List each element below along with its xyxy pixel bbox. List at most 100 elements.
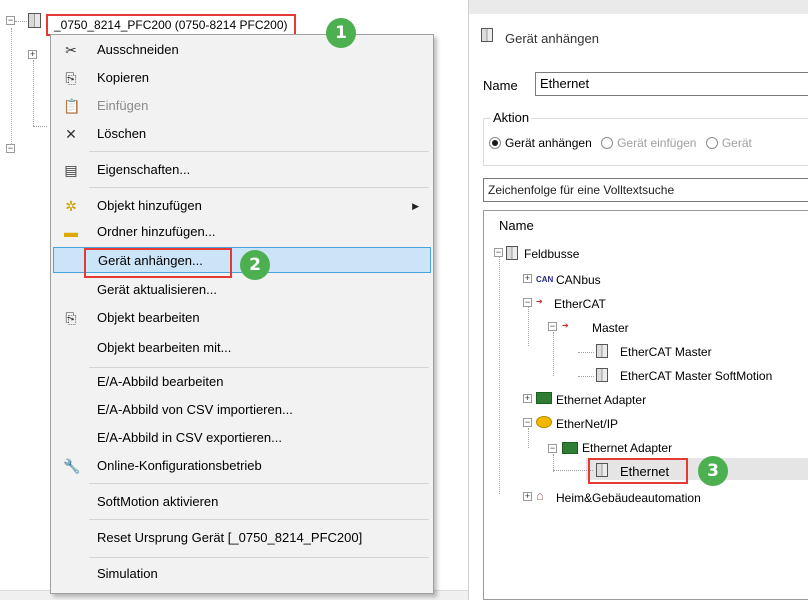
tree-connector [553, 332, 554, 376]
add-object-icon: ✲ [65, 198, 77, 214]
menu-item-add-object[interactable]: ✲ Objekt hinzufügen ▶ [53, 193, 431, 219]
attach-device-dialog: Gerät anhängen Name Ethernet Aktion Gerä… [468, 0, 808, 600]
menu-item-label: Eigenschaften... [97, 162, 191, 177]
menu-item-softmotion[interactable]: SoftMotion aktivieren [53, 489, 431, 515]
action-group-label: Aktion [491, 110, 532, 125]
home-icon: ⌂ [536, 488, 544, 503]
collapse-icon[interactable]: − [548, 322, 557, 331]
callout-badge-3: 3 [698, 456, 728, 486]
menu-item-label: Ausschneiden [97, 42, 179, 57]
tree-connector [528, 428, 529, 448]
fieldbus-icon [506, 246, 518, 260]
menu-item-delete[interactable]: ✕ Löschen [53, 121, 431, 147]
menu-item-label: Einfügen [97, 98, 149, 113]
plc-device-icon [28, 13, 41, 28]
menu-item-online-config[interactable]: 🔧 Online-Konfigurationsbetrieb [53, 453, 431, 479]
delete-icon: ✕ [65, 126, 77, 142]
radio-attach-device[interactable]: Gerät anhängen [489, 136, 592, 150]
menu-item-copy[interactable]: ⎘ Kopieren [53, 65, 431, 91]
radio-empty-icon [705, 137, 718, 149]
collapse-icon[interactable]: − [523, 418, 532, 427]
submenu-arrow-icon: ▶ [412, 201, 419, 211]
device-icon [596, 463, 608, 477]
menu-item-label: Reset Ursprung Gerät [_0750_8214_PFC200] [97, 530, 363, 545]
tree-item-ethernet[interactable]: Ethernet [620, 464, 669, 480]
menu-item-update-device[interactable]: Gerät aktualisieren... [53, 277, 431, 303]
callout-badge-2: 2 [240, 250, 270, 280]
menu-separator [89, 519, 429, 520]
tree-item-ethercat-master-softmotion[interactable]: EtherCAT Master SoftMotion [620, 368, 772, 384]
menu-item-label: SoftMotion aktivieren [97, 494, 219, 509]
menu-separator [89, 187, 429, 188]
menu-item-label: E/A-Abbild von CSV importieren... [97, 402, 293, 417]
ethernet-ip-icon [536, 416, 552, 428]
tree-item-canbus[interactable]: CANbus [556, 272, 601, 288]
menu-item-cut[interactable]: ✂ Ausschneiden [53, 37, 431, 63]
radio-label: Gerät einfügen [617, 136, 697, 150]
collapse-icon[interactable]: − [494, 248, 503, 257]
radio-empty-icon [601, 137, 614, 149]
tree-item-ethernet-ip[interactable]: EtherNet/IP [556, 416, 618, 432]
canbus-icon: CAN [536, 275, 554, 284]
menu-item-add-folder[interactable]: ▬ Ordner hinzufügen... [53, 219, 431, 245]
dialog-top-strip [469, 0, 808, 14]
menu-item-export-io-csv[interactable]: E/A-Abbild in CSV exportieren... [53, 425, 431, 451]
tree-item-ethernet-adapter-eip[interactable]: Ethernet Adapter [582, 440, 672, 456]
menu-separator [89, 483, 429, 484]
menu-item-properties[interactable]: ▤ Eigenschaften... [53, 157, 431, 183]
tree-connector [499, 254, 500, 494]
expand-icon[interactable]: + [523, 394, 532, 403]
collapse-icon[interactable]: − [548, 444, 557, 453]
tree-connector [578, 376, 594, 377]
menu-item-edit-object-with[interactable]: Objekt bearbeiten mit... [53, 335, 431, 361]
online-config-icon: 🔧 [63, 458, 81, 474]
menu-item-paste[interactable]: 📋 Einfügen [53, 93, 431, 119]
tree-column-header: Name [499, 218, 534, 233]
tree-connector [33, 126, 47, 127]
action-radio-row: Gerät anhängen Gerät einfügen Gerät [489, 136, 758, 154]
menu-item-edit-io-image[interactable]: E/A-Abbild bearbeiten [53, 369, 431, 395]
callout-badge-1: 1 [326, 18, 356, 48]
tree-item-ethercat-master[interactable]: EtherCAT Master [620, 344, 712, 360]
radio-device-other[interactable]: Gerät [705, 136, 752, 150]
menu-item-import-io-csv[interactable]: E/A-Abbild von CSV importieren... [53, 397, 431, 423]
tree-connector [528, 306, 529, 346]
device-icon [596, 344, 608, 358]
folder-icon: ▬ [64, 224, 78, 240]
tree-item-ethercat[interactable]: EtherCAT [554, 296, 606, 312]
menu-separator [89, 151, 429, 152]
ethernet-adapter-icon [536, 392, 552, 404]
expand-icon[interactable]: + [523, 274, 532, 283]
name-input[interactable]: Ethernet [535, 72, 808, 96]
radio-label: Gerät [721, 136, 752, 150]
tree-item-master[interactable]: Master [592, 320, 629, 336]
tree-connector [15, 21, 27, 22]
paste-icon: 📋 [63, 98, 81, 114]
menu-item-simulation[interactable]: Simulation [53, 561, 431, 587]
radio-insert-device[interactable]: Gerät einfügen [601, 136, 696, 150]
tree-item-feldbusse[interactable]: Feldbusse [524, 246, 579, 262]
collapse-icon[interactable]: − [523, 298, 532, 307]
context-menu: ✂ Ausschneiden ⎘ Kopieren 📋 Einfügen ✕ L… [50, 34, 434, 594]
menu-separator [89, 557, 429, 558]
collapse-icon[interactable]: − [6, 16, 15, 25]
menu-item-label: Ordner hinzufügen... [97, 224, 216, 239]
callout-highlight-box [84, 248, 232, 278]
radio-label: Gerät anhängen [505, 136, 592, 150]
tree-connector [33, 60, 34, 126]
menu-item-label: E/A-Abbild bearbeiten [97, 374, 224, 389]
root-device-label[interactable]: _0750_8214_PFC200 (0750-8214 PFC200) [46, 14, 296, 36]
menu-item-label: Objekt bearbeiten mit... [97, 340, 232, 355]
menu-item-edit-object[interactable]: ⎘ Objekt bearbeiten [53, 305, 431, 331]
expand-icon[interactable]: + [523, 492, 532, 501]
tree-connector [578, 352, 594, 353]
tree-connector [553, 470, 593, 471]
tree-item-home-automation[interactable]: Heim&Gebäudeautomation [556, 490, 701, 506]
menu-item-label: Simulation [97, 566, 158, 581]
expand-icon[interactable]: − [6, 144, 15, 153]
tree-item-ethernet-adapter[interactable]: Ethernet Adapter [556, 392, 646, 408]
expand-icon[interactable]: + [28, 50, 37, 59]
menu-item-reset-origin[interactable]: Reset Ursprung Gerät [_0750_8214_PFC200] [53, 525, 431, 551]
ethercat-icon: ➔ [536, 297, 543, 306]
fulltext-search-input[interactable]: Zeichenfolge für eine Volltextsuche [483, 178, 808, 202]
